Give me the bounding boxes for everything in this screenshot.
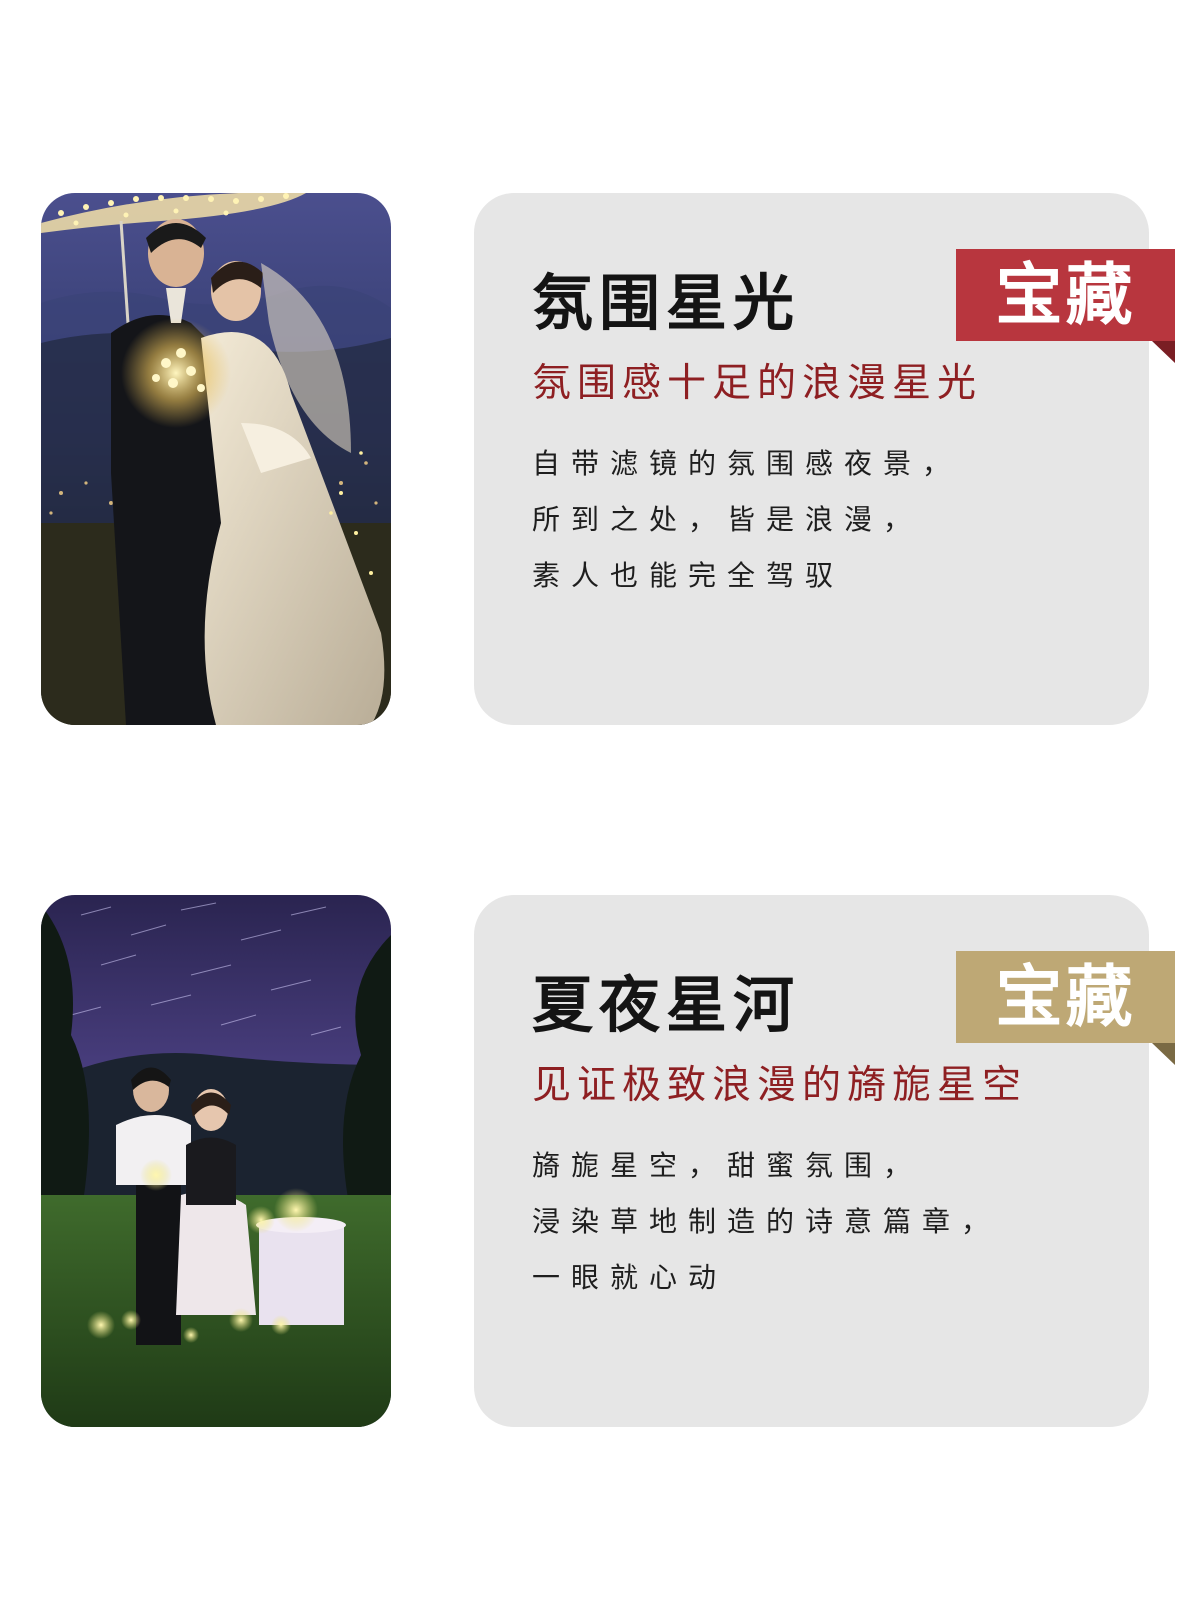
description-line: 素人也能完全驾驭 bbox=[532, 559, 845, 592]
photo-couple-umbrella-lights-image bbox=[41, 193, 391, 725]
feature-subtitle: 氛围感十足的浪漫星光 bbox=[532, 361, 983, 406]
feature-description: 自带滤镜的氛围感夜景， 所到之处，皆是浪漫， 素人也能完全驾驭 bbox=[532, 446, 961, 614]
feature-subtitle: 见证极致浪漫的旖旎星空 bbox=[532, 1063, 1028, 1108]
treasure-badge: 宝藏 bbox=[956, 951, 1175, 1043]
photo-couple-starry-night-image bbox=[41, 895, 391, 1427]
feature-title: 夏夜星河 bbox=[532, 970, 801, 1041]
description-line: 自带滤镜的氛围感夜景， bbox=[532, 447, 962, 480]
description-line: 一眼就心动 bbox=[532, 1261, 728, 1294]
photo-couple-umbrella-lights bbox=[41, 193, 391, 725]
feature-description: 旖旎星空，甜蜜氛围， 浸染草地制造的诗意篇章， 一眼就心动 bbox=[532, 1148, 1000, 1316]
feature-section-2: 夏夜星河 见证极致浪漫的旖旎星空 旖旎星空，甜蜜氛围， 浸染草地制造的诗意篇章，… bbox=[0, 895, 1200, 1427]
description-line: 旖旎星空，甜蜜氛围， bbox=[532, 1149, 923, 1182]
badge-fold bbox=[1152, 341, 1175, 363]
feature-section-1: 氛围星光 氛围感十足的浪漫星光 自带滤镜的氛围感夜景， 所到之处，皆是浪漫， 素… bbox=[0, 193, 1200, 725]
feature-title: 氛围星光 bbox=[532, 268, 801, 339]
description-line: 所到之处，皆是浪漫， bbox=[532, 503, 923, 536]
treasure-badge: 宝藏 bbox=[956, 249, 1175, 341]
description-line: 浸染草地制造的诗意篇章， bbox=[532, 1205, 1001, 1238]
photo-couple-starry-night bbox=[41, 895, 391, 1427]
badge-fold bbox=[1152, 1043, 1175, 1065]
